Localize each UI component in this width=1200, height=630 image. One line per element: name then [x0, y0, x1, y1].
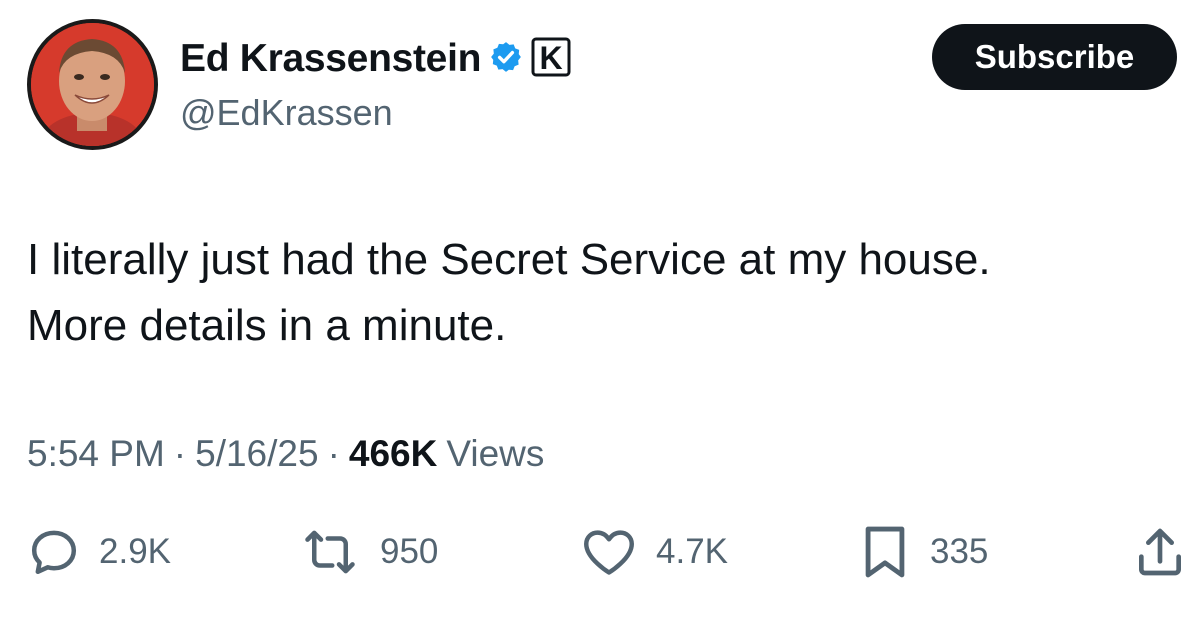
like-count: 4.7K — [656, 532, 728, 571]
repost-count: 950 — [380, 532, 439, 571]
affiliate-badge-letter: K — [540, 40, 563, 76]
heart-icon — [584, 530, 634, 575]
bookmark-icon — [865, 526, 905, 578]
views-count: 466K — [348, 433, 438, 474]
share-upload-icon — [1139, 528, 1181, 576]
author-handle[interactable]: @EdKrassen — [180, 92, 393, 134]
author-name-row: Ed Krassenstein K — [180, 36, 571, 82]
author-avatar[interactable] — [27, 19, 158, 150]
tweet-text-line: More details in a minute. — [27, 301, 507, 350]
avatar-portrait — [31, 23, 154, 146]
subscribe-button[interactable]: Subscribe — [932, 24, 1177, 90]
bookmark-button[interactable]: 335 — [858, 520, 988, 584]
bookmark-count: 335 — [930, 532, 989, 571]
speech-bubble-icon — [31, 530, 77, 575]
share-button[interactable] — [1134, 520, 1186, 584]
meta-separator: · — [327, 433, 340, 474]
tweet-action-bar: 2.9K 950 4.7K 335 — [0, 520, 1200, 584]
tweet-meta: 5:54 PM · 5/16/25 · 466K Views — [27, 428, 544, 480]
tweet-date[interactable]: 5/16/25 — [195, 433, 318, 475]
tweet-time[interactable]: 5:54 PM — [27, 433, 165, 475]
meta-separator: · — [173, 433, 187, 474]
like-button[interactable]: 4.7K — [580, 520, 728, 584]
tweet-text: I literally just had the Secret Service … — [27, 227, 1187, 359]
repost-arrows-icon — [305, 530, 355, 574]
affiliate-badge-icon[interactable]: K — [531, 37, 571, 82]
reply-button[interactable]: 2.9K — [27, 520, 171, 584]
author-display-name[interactable]: Ed Krassenstein — [180, 37, 481, 81]
repost-button[interactable]: 950 — [298, 520, 438, 584]
reply-count: 2.9K — [99, 532, 171, 571]
verified-badge-icon[interactable] — [489, 40, 523, 79]
views-label: Views — [446, 433, 545, 474]
tweet-text-line: I literally just had the Secret Service … — [27, 235, 991, 284]
